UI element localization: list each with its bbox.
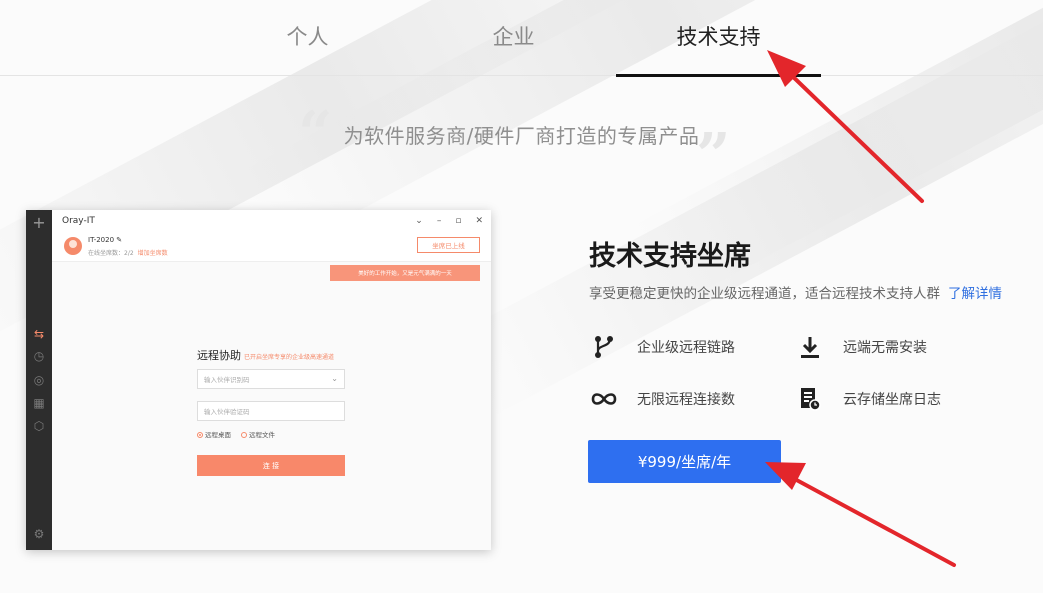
user-bar: IT-2020 ✎ 在线坐席数：2/2 增加坐席数 坐席已上线 <box>52 232 491 262</box>
learn-more-link[interactable]: 了解详情 <box>948 286 1002 302</box>
seat-online-button[interactable]: 坐席已上线 <box>417 237 480 253</box>
log-icon <box>795 386 825 412</box>
feature-item: 云存储坐席日志 <box>795 385 941 413</box>
app-sidebar: + ⇆ ◷ ◎ ▦ ⬡ ⚙ <box>26 210 52 550</box>
window-controls: ⌄ – ▫ ✕ <box>415 210 483 232</box>
feature-item: 无限远程连接数 <box>589 385 735 413</box>
edit-icon[interactable]: ✎ <box>116 236 122 244</box>
slogan-text: 为软件服务商/硬件厂商打造的专属产品 <box>343 124 700 148</box>
product-tabs: 个人 企业 技术支持 <box>0 0 1043 77</box>
app-titlebar: Oray-IT ⌄ – ▫ ✕ <box>52 210 491 232</box>
remote-assist-subtitle: 已开启坐席专享的企业级高速通道 <box>244 354 335 361</box>
verify-code-input[interactable]: 输入伙伴验证码 <box>197 401 345 421</box>
app-title: Oray-IT <box>62 216 95 226</box>
remote-assist-title: 远程协助 已开启坐席专享的企业级高速通道 <box>197 349 335 362</box>
settings-icon: ⚙ <box>33 527 45 541</box>
maximize-icon[interactable]: ▫ <box>455 216 461 226</box>
product-title: 技术支持坐席 <box>589 241 751 272</box>
feature-item: 远端无需安装 <box>795 333 927 361</box>
infinity-icon <box>589 386 619 412</box>
radio-remote-desktop[interactable]: 远程桌面 <box>197 429 231 439</box>
radio-remote-file[interactable]: 远程文件 <box>241 429 275 439</box>
cube-icon: ⬡ <box>33 419 45 433</box>
minimize-icon[interactable]: – <box>437 216 442 226</box>
chevron-down-icon[interactable]: ⌄ <box>415 216 423 226</box>
swap-icon: ⇆ <box>33 327 45 341</box>
tab-tech-support[interactable]: 技术支持 <box>616 0 821 77</box>
app-preview-window: + ⇆ ◷ ◎ ▦ ⬡ ⚙ Oray-IT ⌄ – ▫ ✕ IT-2020 ✎ … <box>26 210 491 550</box>
tab-enterprise[interactable]: 企业 <box>411 0 616 76</box>
partner-id-input[interactable]: 输入伙伴识别码 ⌄ <box>197 369 345 389</box>
notice-banner: 美好的工作开始，又是元气满满的一天 <box>330 265 480 281</box>
apps-icon: ▦ <box>33 396 45 410</box>
online-seats: 在线坐席数：2/2 增加坐席数 <box>88 250 168 257</box>
slogan: 为软件服务商/硬件厂商打造的专属产品 <box>0 120 1043 149</box>
chevron-down-icon[interactable]: ⌄ <box>331 374 338 383</box>
avatar <box>64 237 82 255</box>
mode-options: 远程桌面 远程文件 <box>197 429 275 439</box>
user-name: IT-2020 ✎ <box>88 236 123 244</box>
download-icon <box>795 334 825 360</box>
plus-icon: + <box>32 212 46 232</box>
headset-icon: ◎ <box>33 373 45 387</box>
close-icon[interactable]: ✕ <box>475 216 483 226</box>
buy-price-button[interactable]: ¥999/坐席/年 <box>588 440 781 483</box>
connect-button[interactable]: 连 接 <box>197 455 345 476</box>
product-description: 享受更稳定更快的企业级远程通道，适合远程技术支持人群 了解详情 <box>589 286 1002 302</box>
arrow-to-price-icon <box>765 462 956 567</box>
tab-personal[interactable]: 个人 <box>205 0 410 76</box>
feature-item: 企业级远程链路 <box>589 333 735 361</box>
branch-icon <box>589 334 619 360</box>
add-seat-link[interactable]: 增加坐席数 <box>138 250 168 257</box>
clock-icon: ◷ <box>33 349 45 363</box>
